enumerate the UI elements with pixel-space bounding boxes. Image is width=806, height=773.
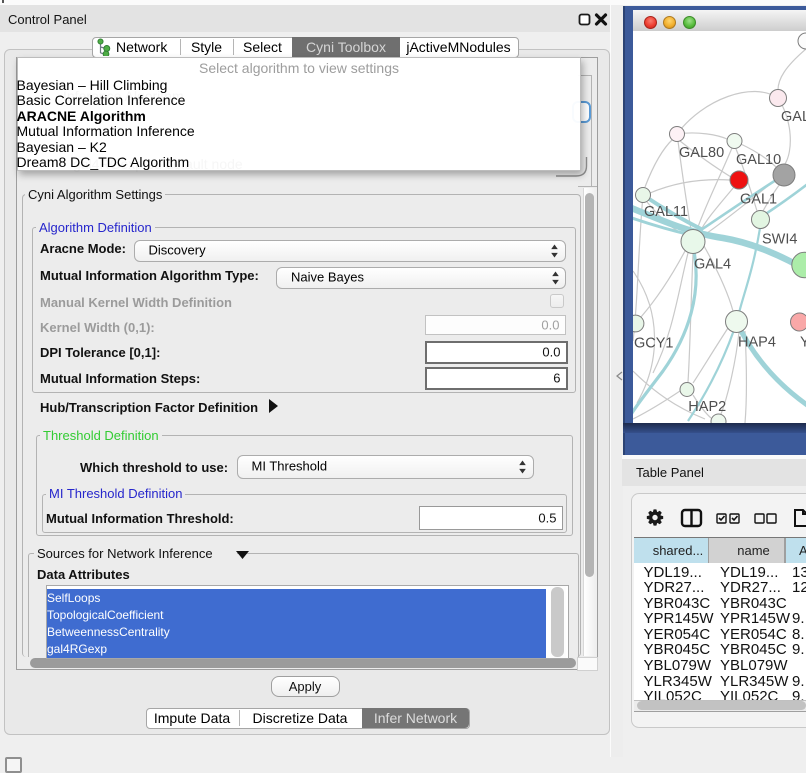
svg-text:GAL4: GAL4 (694, 257, 731, 273)
svg-text:HAP4: HAP4 (738, 334, 776, 350)
svg-text:HAP2: HAP2 (688, 399, 726, 415)
svg-text:SWI4: SWI4 (762, 232, 797, 248)
svg-text:GAL80: GAL80 (679, 145, 724, 161)
svg-text:YM: YM (800, 334, 806, 350)
svg-text:GCY1: GCY1 (634, 336, 674, 352)
svg-text:GAL11: GAL11 (644, 204, 688, 220)
svg-text:GAL10: GAL10 (736, 152, 781, 168)
svg-text:GAL7: GAL7 (781, 109, 806, 125)
svg-text:GAL1: GAL1 (740, 192, 777, 208)
